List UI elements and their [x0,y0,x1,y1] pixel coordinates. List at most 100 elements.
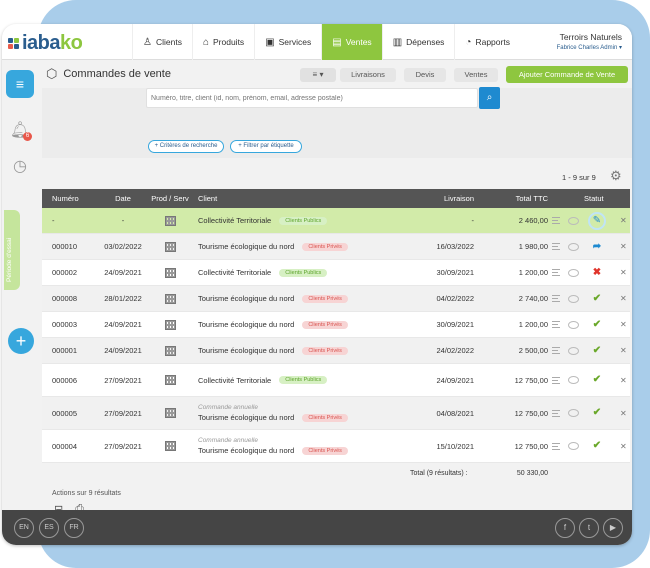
nav-item-clients[interactable]: ♙ Clients [132,24,192,60]
twitter-icon[interactable]: t [579,518,599,538]
bell-icon[interactable]: 🔔︎ 6 [6,116,34,144]
nav-item-produits[interactable]: ⌂ Produits [191,24,254,60]
grid-icon[interactable] [164,375,176,385]
client-name[interactable]: Tourisme écologique du nord [198,413,294,422]
nav-item-rapports[interactable]: ◔ Rapports [454,24,520,60]
view-toggle-button[interactable]: ≡ ▾ [300,68,336,82]
close-icon[interactable]: ✕ [620,320,627,329]
status-cross-icon[interactable]: ✖ [590,266,604,280]
status-check-icon[interactable]: ✔ [590,344,604,358]
search-icon[interactable]: ⌕ [479,87,500,109]
table-row[interactable]: 000005 27/09/2021 Commande annuelle Tourism… [42,397,630,430]
tab-devis[interactable]: Devis [404,68,446,82]
close-icon[interactable]: ✕ [620,216,627,225]
youtube-icon[interactable]: ▶ [603,518,623,538]
status-check-icon[interactable]: ✔ [590,373,604,387]
table-row[interactable]: 000003 24/09/2021 Tourisme écologique du n… [42,312,630,338]
details-icon[interactable] [552,409,560,417]
grid-icon[interactable] [164,345,176,356]
search-input[interactable] [146,88,478,108]
close-icon[interactable]: ✕ [620,294,627,303]
close-icon[interactable]: ✕ [620,346,627,355]
table-row[interactable]: 000010 03/02/2022 Tourisme écologique du n… [42,234,630,260]
grid-icon[interactable] [164,241,176,252]
client-name[interactable]: Tourisme écologique du nord [198,446,294,455]
table-row[interactable]: 000002 24/09/2021 Collectivité Territorial… [42,260,630,286]
table-row[interactable]: 000006 27/09/2021 Collectivité Territorial… [42,364,630,397]
details-icon[interactable] [552,376,560,384]
comment-icon[interactable] [568,268,579,277]
details-icon[interactable] [552,217,560,224]
lang-fr[interactable]: FR [64,518,84,538]
user-block[interactable]: Terroirs Naturels Fabrice Charles Admin … [557,32,622,51]
comment-icon[interactable] [568,409,579,417]
table-row[interactable]: 000008 28/01/2022 Tourisme écologique du n… [42,286,630,312]
nav-item-services[interactable]: ▣ Services [254,24,321,60]
tab-ventes[interactable]: Ventes [454,68,498,82]
comment-icon[interactable] [568,242,579,251]
table-row[interactable]: 000004 27/09/2021 Commande annuelle Tourism… [42,430,630,463]
tab-livraisons[interactable]: Livraisons [340,68,396,82]
comment-icon[interactable] [568,442,579,450]
menu-icon[interactable]: ≡ [6,70,34,98]
client-name[interactable]: Collectivité Territoriale [198,268,271,277]
status-edit-icon[interactable]: ✎ [588,211,606,230]
details-icon[interactable] [552,243,560,250]
client-name[interactable]: Tourisme écologique du nord [198,242,294,251]
col-numero[interactable]: Numéro [52,189,102,208]
status-check-icon[interactable]: ✔ [590,439,604,453]
status-arrow-icon[interactable]: ➦ [590,240,604,254]
grid-icon[interactable] [164,267,176,278]
history-icon[interactable]: ◷ [6,152,34,180]
grid-icon[interactable] [164,215,176,226]
grid-icon[interactable] [164,408,176,418]
status-check-icon[interactable]: ✔ [590,318,604,332]
total-row: Total (9 résultats) : 50 330,00 [42,466,630,486]
comment-icon[interactable] [568,216,579,225]
logo[interactable]: iabako [8,32,83,55]
close-icon[interactable]: ✕ [620,442,627,451]
trial-tab[interactable]: Période d'essai [4,210,20,290]
nav-item-ventes[interactable]: ▤ Ventes [321,24,382,60]
client-name[interactable]: Collectivité Territoriale [198,216,271,225]
details-icon[interactable] [552,321,560,328]
search-criteria-button[interactable]: + Critères de recherche [148,140,224,153]
lang-en[interactable]: EN [14,518,34,538]
close-icon[interactable]: ✕ [620,376,627,385]
close-icon[interactable]: ✕ [620,409,627,418]
close-icon[interactable]: ✕ [620,242,627,251]
col-livraison[interactable]: Livraison [414,189,474,208]
status-check-icon[interactable]: ✔ [590,292,604,306]
table-row[interactable]: - - Collectivité Territoriale Clients Publi… [42,208,630,234]
details-icon[interactable] [552,269,560,276]
gear-icon[interactable]: ⚙ [610,168,622,184]
comment-icon[interactable] [568,376,579,384]
lang-es[interactable]: ES [39,518,59,538]
comment-icon[interactable] [568,294,579,303]
col-total[interactable]: Total TTC [482,189,548,208]
client-tag: Clients Publics [279,268,328,277]
table-row[interactable]: 000001 24/09/2021 Tourisme écologique du n… [42,338,630,364]
grid-icon[interactable] [164,441,176,451]
comment-icon[interactable] [568,346,579,355]
details-icon[interactable] [552,295,560,302]
client-name[interactable]: Tourisme écologique du nord [198,320,294,329]
tag-filter-button[interactable]: + Filtrer par étiquette [230,140,302,153]
close-icon[interactable]: ✕ [620,268,627,277]
order-number: 000008 [52,294,78,303]
add-icon[interactable]: + [8,328,34,354]
details-icon[interactable] [552,442,560,450]
grid-icon[interactable] [164,293,176,304]
add-order-button[interactable]: Ajouter Commande de Vente [506,66,628,83]
client-name[interactable]: Tourisme écologique du nord [198,294,294,303]
col-client[interactable]: Client [198,189,217,208]
grid-icon[interactable] [164,319,176,330]
client-name[interactable]: Collectivité Territoriale [198,376,271,385]
status-check-icon[interactable]: ✔ [590,406,604,420]
col-date[interactable]: Date [96,189,150,208]
comment-icon[interactable] [568,320,579,329]
details-icon[interactable] [552,347,560,354]
nav-item-depenses[interactable]: ▥ Dépenses [381,24,455,60]
facebook-icon[interactable]: f [555,518,575,538]
client-name[interactable]: Tourisme écologique du nord [198,346,294,355]
